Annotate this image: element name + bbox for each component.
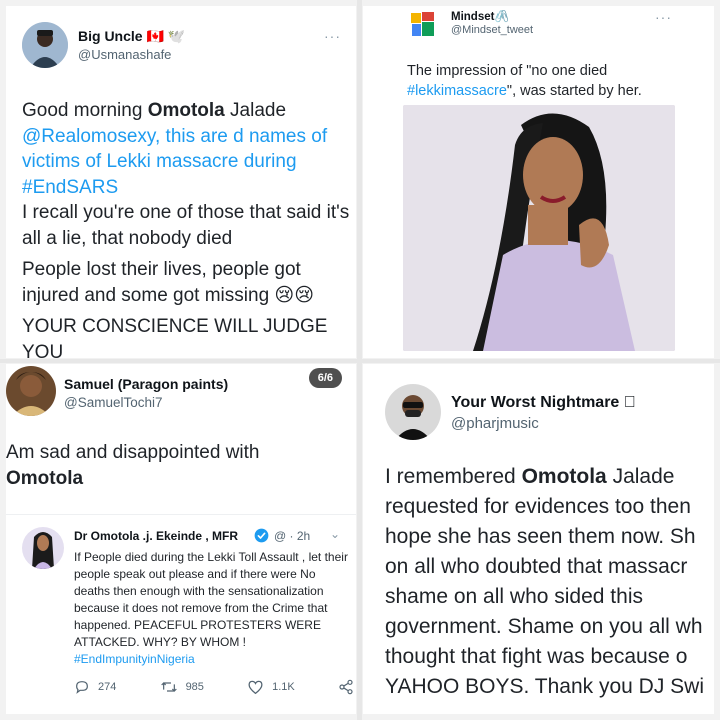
tweet-text: Am sad and disappointed with Omotola [6, 440, 346, 492]
text-line: government. Shame on you all wh [385, 615, 703, 638]
avatar[interactable] [385, 384, 441, 440]
text-line: on all who doubted that massacr [385, 555, 688, 578]
reply-icon [76, 681, 88, 694]
like-count: 1.1K [272, 681, 295, 693]
display-name[interactable]: Mindset🖇️ [451, 9, 509, 23]
handle[interactable]: @SamuelTochi7 [64, 395, 163, 410]
tweet-actions: 274 985 1.1K [74, 679, 354, 695]
text-line: YAHOO BOYS. Thank you DJ Swi [385, 675, 704, 698]
reply-count: 274 [98, 681, 117, 693]
handle[interactable]: @Usmanashafe [78, 47, 171, 62]
display-name[interactable]: Your Worst Nightmare  [451, 394, 636, 412]
text-line: requested for evidences too then [385, 495, 691, 518]
mention-and-text: @Realomosexy, this are d names of victim… [22, 125, 328, 173]
tweet-mindset: Mindset🖇️ @Mindset_tweet ··· The impress… [363, 6, 714, 358]
tweet-text: Good morning Omotola Jalade @Realomosexy… [22, 98, 352, 358]
highlight-name: Omotola [147, 100, 225, 121]
verified-badge-icon [254, 528, 269, 543]
paragraph: People lost their lives, people got inju… [22, 259, 315, 306]
more-options-icon[interactable]: ··· [655, 9, 672, 25]
quoted-tweet[interactable]: Dr Omotola .j. Ekeinde , MFR @ · 2h ⌄ If… [6, 514, 356, 714]
quoted-tweet-text: If People died during the Lekki Toll Ass… [74, 549, 354, 668]
text-segment: Good morning [22, 100, 148, 121]
display-name[interactable]: Dr Omotola .j. Ekeinde , MFR [74, 529, 238, 543]
tweet-text: The impression of "no one died #lekkimas… [407, 61, 707, 101]
text-line: hope she has seen them now. Sh [385, 525, 696, 548]
text-segment: The impression of "no one died [407, 63, 608, 79]
horizontal-divider [0, 359, 720, 363]
more-options-icon[interactable]: ··· [324, 28, 341, 44]
retweet-button[interactable]: 985 [160, 679, 204, 695]
paragraph: I recall you're one of those that said i… [22, 202, 350, 249]
heart-icon [248, 680, 263, 695]
avatar[interactable] [22, 22, 68, 68]
text-segment: Jalade [606, 465, 675, 488]
tweet-meta[interactable]: @ · 2h [274, 529, 310, 543]
tweet-text: I remembered Omotola Jalade requested fo… [385, 462, 714, 702]
text-segment: If People died during the Lekki Toll Ass… [74, 550, 348, 649]
highlight-name: Omotola [6, 468, 84, 489]
avatar[interactable] [407, 9, 439, 41]
display-name[interactable]: Big Uncle 🇨🇦 🕊️ [78, 28, 185, 45]
handle[interactable]: @Mindset_tweet [451, 24, 533, 36]
like-button[interactable]: 1.1K [247, 679, 295, 695]
paragraph: YOUR CONSCIENCE WILL JUDGE YOU [22, 316, 328, 358]
text-segment: ", was started by her. [506, 83, 642, 99]
text-segment: Jalade [224, 100, 287, 121]
reply-button[interactable]: 274 [74, 679, 116, 695]
hashtag-link[interactable]: #EndSARS [22, 177, 118, 198]
chevron-down-icon[interactable]: ⌄ [330, 527, 340, 541]
handle[interactable]: @pharjmusic [451, 415, 539, 432]
tweet-big-uncle: Big Uncle 🇨🇦 🕊️ @Usmanashafe ··· Good mo… [6, 6, 356, 358]
text-line: shame on all who sided this [385, 585, 643, 608]
share-icon [339, 679, 353, 695]
hashtag-link[interactable]: #EndImpunityinNigeria [74, 652, 195, 666]
hashtag-link[interactable]: #lekkimassacre [407, 83, 507, 99]
share-button[interactable] [338, 679, 354, 695]
retweet-count: 985 [185, 681, 204, 693]
tweet-samuel: Samuel (Paragon paints) @SamuelTochi7 6/… [6, 364, 356, 714]
retweet-icon [160, 682, 177, 692]
tweet-your-worst-nightmare: Your Worst Nightmare  @pharjmusic I rem… [363, 364, 714, 714]
tweet-photo[interactable] [403, 105, 675, 351]
display-name[interactable]: Samuel (Paragon paints) [64, 376, 228, 392]
avatar[interactable] [6, 366, 56, 416]
text-segment: I remembered [385, 465, 522, 488]
image-counter-badge: 6/6 [308, 368, 342, 388]
highlight-name: Omotola [521, 465, 607, 488]
avatar[interactable] [22, 527, 64, 569]
text-segment: Am sad and disappointed with [6, 442, 260, 463]
text-line: thought that fight was because o [385, 645, 688, 668]
